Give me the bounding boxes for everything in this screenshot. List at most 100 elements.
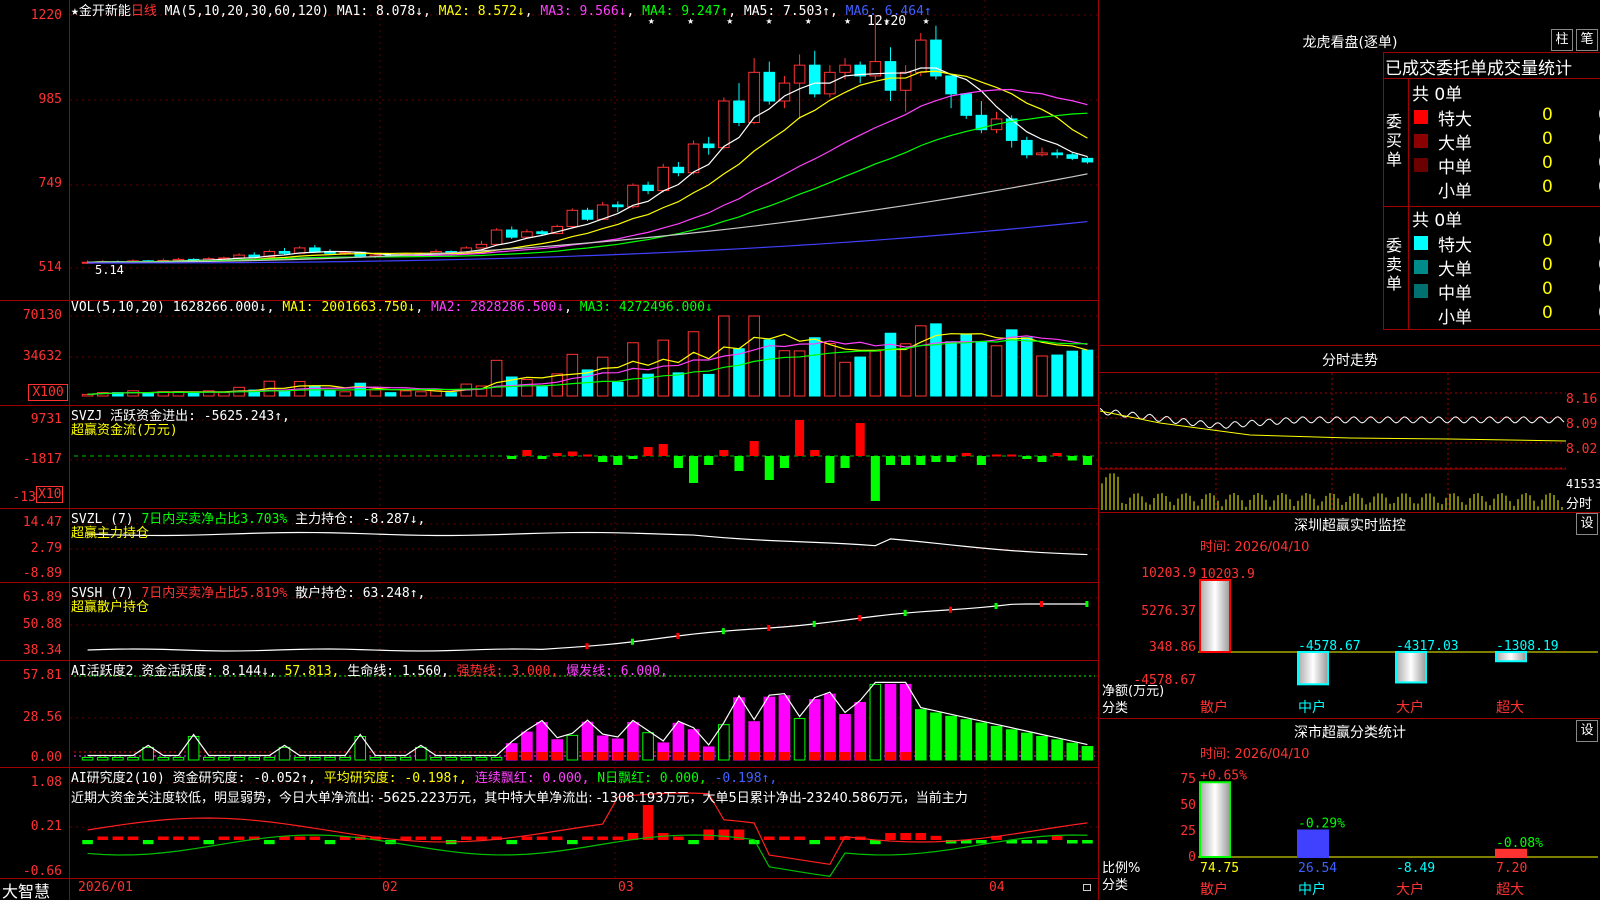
research-bar [264, 840, 275, 845]
candle-body [763, 71, 776, 102]
candle-body [839, 64, 851, 73]
fund-flow-bar [885, 456, 896, 465]
volume-bar [884, 332, 897, 397]
fenshi-chart[interactable] [1100, 373, 1566, 511]
activity-bar [399, 756, 412, 761]
svzj-sub: 超赢资金流(万元) [71, 423, 178, 438]
sz-monitor-title: 深圳超赢实时监控 [1294, 518, 1406, 534]
candle-body [581, 209, 594, 220]
volume-bar [945, 341, 957, 397]
row-label: 大单 [1438, 260, 1472, 280]
ratio-value: 26.54 [1298, 861, 1337, 876]
sz-class-settings-button[interactable]: 设 [1576, 720, 1598, 742]
activity-base [551, 752, 563, 760]
y-label: 14.47 [22, 515, 62, 530]
activity-base [854, 752, 866, 760]
row-label: 特大 [1438, 236, 1472, 256]
candle-body [778, 82, 791, 102]
row-label: 中单 [1438, 158, 1472, 178]
research-bar [779, 836, 790, 840]
fund-flow-bar [582, 454, 593, 457]
fund-flow-bar [704, 456, 714, 465]
y-label: 9731 [30, 412, 62, 427]
candle-body [657, 166, 670, 192]
order-stats-tabs[interactable]: 已成交委托单成交量统计 [1385, 54, 1600, 79]
candle-body [1021, 139, 1033, 156]
activity-bar [430, 756, 442, 761]
candle-body [702, 143, 715, 149]
volume-bar [339, 391, 351, 397]
fund-flow-bar [991, 454, 1002, 457]
fenshi-title: 分时走势 [1322, 353, 1378, 369]
y-label: 1.08 [30, 775, 62, 790]
y-label: 2.79 [30, 541, 62, 556]
sell-count: 共 0单 [1412, 211, 1463, 231]
svzl-ratio: 7日内买卖净占比3.703% [141, 512, 288, 527]
svsh-hold: 散户持仓: 63.248↑, [295, 586, 426, 601]
volume-bar [914, 325, 927, 397]
volume-bar [960, 334, 973, 397]
research-bar [930, 835, 942, 840]
svzj-unit-badge: X10 [36, 486, 64, 503]
candle-body [1051, 152, 1063, 156]
sz-class-chart[interactable]: +0.65% 74.75 散户 -0.29% 26.54 中户 -8.49 大户 -0.08% 7… [1198, 760, 1600, 900]
volume-bar [490, 359, 503, 397]
fund-flow-bar [658, 444, 668, 456]
kline-chart-canvas[interactable] [0, 0, 1100, 900]
svzl-hold: 主力持仓: -8.287↓, [295, 512, 426, 527]
volume-bar [536, 386, 548, 397]
tick-mode-button[interactable]: 笔 [1576, 29, 1598, 51]
y-label: 57.81 [22, 668, 62, 683]
fund-flow-bar [552, 453, 562, 456]
ma-line [87, 88, 1088, 263]
activity-bar [202, 756, 215, 761]
sz-y-label: 10203.9 [1141, 566, 1196, 581]
volume-bar [611, 381, 624, 397]
row-label: 大单 [1438, 134, 1472, 154]
szc-y-label: 75 [1180, 772, 1196, 787]
row-count: 0 [1542, 231, 1553, 251]
legend-swatch [1414, 260, 1428, 274]
net-amount-value: -4578.67 [1298, 639, 1361, 654]
ai1-v5: 爆发线: 6.000, [566, 664, 668, 679]
category-label: 大户 [1396, 699, 1424, 716]
sz-monitor-settings-button[interactable]: 设 [1576, 513, 1598, 535]
activity-bar [1066, 742, 1079, 761]
activity-base [779, 752, 790, 760]
fund-flow-bar [795, 420, 805, 456]
stock-name[interactable]: ★金开新能 [71, 4, 131, 19]
change-value: -0.08% [1496, 836, 1543, 851]
row-count: 0 [1542, 153, 1553, 173]
volume-bar [824, 343, 836, 397]
research-bar [461, 836, 472, 840]
ratio-value: 7.20 [1496, 861, 1527, 876]
bar-mode-button[interactable]: 柱 [1551, 29, 1573, 51]
period-label[interactable]: 日线 [131, 4, 157, 19]
lock-icon[interactable] [1083, 884, 1091, 891]
vol-ma3: MA3: 4272496.000↓ [579, 300, 713, 315]
fenshi-y-label: 8.16 [1566, 392, 1598, 407]
volume-bar [596, 356, 609, 397]
divider [1383, 52, 1600, 53]
fund-flow-bar [1022, 456, 1032, 459]
vol-value: 1628266.000↓ [172, 300, 267, 315]
activity-bar [339, 756, 351, 761]
y-label: 0.00 [30, 750, 62, 765]
date-label: 02 [382, 880, 398, 895]
sz-monitor-chart[interactable]: 10203.9 散户 -4578.67 中户 -4317.03 大户 -1308.19 超大 [1198, 560, 1600, 716]
ai2-v4: N日飘红: 0.000, [597, 771, 707, 786]
category-label: 大户 [1396, 881, 1424, 898]
activity-bar [460, 756, 473, 761]
fund-flow-bar [779, 456, 789, 468]
fund-flow-bar [825, 456, 835, 483]
row-label: 中单 [1438, 284, 1472, 304]
legend-swatch [1414, 110, 1428, 124]
row-count: 0 [1542, 129, 1553, 149]
y-label: 50.88 [22, 617, 62, 632]
y-label: -1817 [22, 452, 62, 467]
lhb-title: 龙虎看盘(逐单) [1302, 35, 1398, 51]
volume-bar [127, 390, 139, 397]
ai2-v3: 连续飘红: 0.000, [474, 771, 590, 786]
volume-bar [748, 315, 760, 397]
research-bar [642, 805, 654, 840]
